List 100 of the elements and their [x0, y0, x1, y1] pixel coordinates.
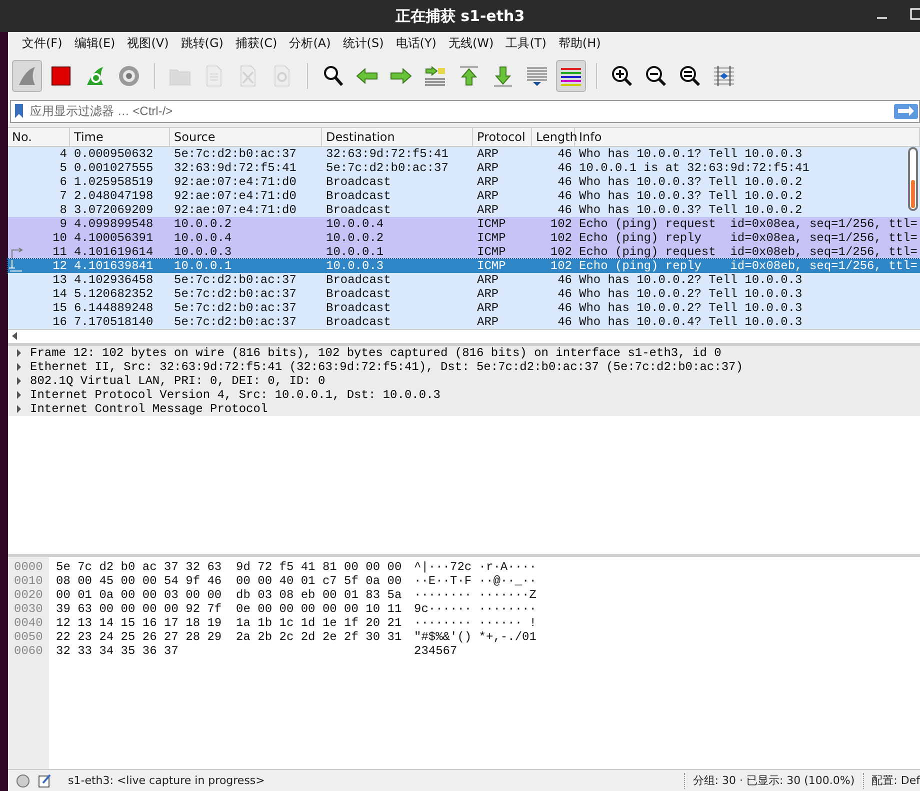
- table-cell-text: 5: [58, 160, 68, 175]
- hex-bytes: 32 33 34 35 36 37: [56, 644, 180, 658]
- table-cell-text: 0.001027555: [73, 160, 154, 175]
- packet-row[interactable]: 11 4.101619614 10.0.0.3 10.0.0.1 ICMP 102 Echo (ping) request id=0x08eb, seq=1/256, ttl=: [8, 244, 920, 259]
- table-cell-text: 46: [556, 286, 573, 301]
- resize-columns-icon: [712, 64, 736, 88]
- hex-bytes: 08 00 45 00 00 54 9f 46 00 00 40 01 c7 5f 0a 00: [56, 574, 403, 588]
- hex-bytes: 22 23 24 25 26 27 28 29 2a 2b 2c 2d 2e 2f 30 31: [56, 630, 403, 644]
- toolbar-button[interactable]: [556, 60, 586, 92]
- table-cell-text: 14: [52, 286, 68, 301]
- table-cell-text: 7.170518140: [73, 314, 154, 329]
- ascii-text: ··E··T·F ··@··_··: [414, 574, 536, 588]
- packet-row[interactable]: 7 2.048047198 92:ae:07:e4:71:d0 Broadcast ARP 46 Who has 10.0.0.3? Tell 10.0.0.2: [8, 188, 920, 203]
- table-cell-text: ICMP: [476, 244, 507, 259]
- table-cell-text: 46: [556, 174, 573, 189]
- table-cell-text: Echo (ping) request id=0x08ea, seq=1/256, ttl=: [578, 216, 918, 231]
- offset-label: 0020: [14, 588, 44, 602]
- menu-item[interactable]: 文件(F): [16, 35, 68, 52]
- table-cell-text: 16: [52, 314, 68, 329]
- table-cell-text: 5e:7c:d2:b0:ac:37: [173, 272, 298, 287]
- column-header[interactable]: No.: [8, 128, 70, 146]
- related-packet-icon: [9, 260, 23, 272]
- table-cell-text: Broadcast: [325, 314, 392, 329]
- table-cell-text: Echo (ping) reply id=0x08eb, seq=1/256, ttl=: [578, 258, 918, 273]
- table-cell-text: 4.101639841: [73, 258, 154, 273]
- stop-icon: [49, 64, 73, 88]
- scrollbar[interactable]: [908, 146, 918, 211]
- table-cell-text: 15: [52, 300, 68, 315]
- packet-row[interactable]: 12 4.101639841 10.0.0.1 10.0.0.3 ICMP 102 Echo (ping) reply id=0x08eb, seq=1/256, ttl=: [8, 258, 920, 273]
- column-header[interactable]: Length: [532, 128, 575, 146]
- packet-row[interactable]: 9 4.099899548 10.0.0.2 10.0.0.4 ICMP 102 Echo (ping) request id=0x08ea, seq=1/256, ttl=: [8, 216, 920, 231]
- ascii-text: ········ ·······Z: [414, 588, 536, 602]
- packet-row[interactable]: 5 0.001027555 32:63:9d:72:f5:41 5e:7c:d2:b0:ac:37 ARP 46 10.0.0.1 is at 32:63:9d:72:f5:41: [8, 160, 920, 175]
- packet-row[interactable]: 13 4.102936458 5e:7c:d2:b0:ac:37 Broadcast ARP 46 Who has 10.0.0.2? Tell 10.0.0.3: [8, 272, 920, 287]
- table-cell-text: 2.048047198: [73, 188, 154, 203]
- related-packet-icon: [9, 246, 23, 258]
- table-cell-text: ICMP: [476, 258, 507, 273]
- table-cell-text: 92:ae:07:e4:71:d0: [173, 174, 298, 189]
- menu-item[interactable]: 视图(V): [121, 35, 175, 52]
- menu-item[interactable]: 跳转(G): [174, 35, 230, 52]
- menu-item[interactable]: 帮助(H): [552, 35, 607, 52]
- table-cell-text: 10.0.0.1: [173, 258, 233, 273]
- table-cell-text: Who has 10.0.0.2? Tell 10.0.0.3: [578, 272, 804, 287]
- bookmark-icon[interactable]: [14, 103, 24, 120]
- packet-row[interactable]: 10 4.100056391 10.0.0.4 10.0.0.2 ICMP 102 Echo (ping) reply id=0x08ea, seq=1/256, ttl=: [8, 230, 920, 245]
- menu-item[interactable]: 编辑(E): [68, 35, 122, 52]
- profile-label[interactable]: 配置: Def: [872, 773, 920, 788]
- zoom-in-icon: [610, 64, 634, 88]
- packet-row[interactable]: 16 7.170518140 5e:7c:d2:b0:ac:37 Broadcast ARP 46 Who has 10.0.0.4? Tell 10.0.0.3: [8, 314, 920, 329]
- table-cell-text: 7: [58, 188, 68, 203]
- table-cell-text: 5e:7c:d2:b0:ac:37: [325, 160, 450, 175]
- packet-row[interactable]: 8 3.072069209 92:ae:07:e4:71:d0 Broadcast ARP 46 Who has 10.0.0.3? Tell 10.0.0.2: [8, 202, 920, 217]
- menu-item[interactable]: 捕获(C): [229, 35, 284, 52]
- table-cell-text: 32:63:9d:72:f5:41: [173, 160, 298, 175]
- column-header[interactable]: Info: [575, 128, 920, 146]
- menu-item[interactable]: 分析(A): [283, 35, 337, 52]
- column-header[interactable]: Protocol: [473, 128, 532, 146]
- table-cell-text: Who has 10.0.0.3? Tell 10.0.0.2: [578, 174, 804, 189]
- table-cell-text: 6: [58, 174, 68, 189]
- table-cell-text: 10.0.0.4: [173, 230, 233, 245]
- table-cell-text: 32:63:9d:72:f5:41: [325, 146, 450, 161]
- column-header[interactable]: Time: [70, 128, 170, 146]
- table-cell-text: 3.072069209: [73, 202, 154, 217]
- down-arrow-icon: [491, 64, 515, 88]
- table-cell-text: 92:ae:07:e4:71:d0: [173, 202, 298, 217]
- apply-button[interactable]: [894, 104, 918, 119]
- zoom-reset-icon: [678, 64, 702, 88]
- search-icon: [321, 64, 345, 88]
- ascii-text: 234567: [414, 644, 458, 658]
- packet-row[interactable]: 15 6.144889248 5e:7c:d2:b0:ac:37 Broadcast ARP 46 Who has 10.0.0.2? Tell 10.0.0.3: [8, 300, 920, 315]
- menu-item[interactable]: 无线(W): [442, 35, 500, 52]
- zoom-out-icon: [644, 64, 668, 88]
- table-cell-text: 8: [58, 202, 68, 217]
- table-cell-text: ARP: [476, 272, 500, 287]
- table-cell-text: ARP: [476, 314, 500, 329]
- table-cell-text: 5.120682352: [73, 286, 154, 301]
- scroll-left-icon[interactable]: [11, 331, 19, 342]
- filter-input[interactable]: 应用显示过滤器 … <Ctrl-/>: [26, 101, 894, 122]
- menu-item[interactable]: 电话(Y): [390, 35, 442, 52]
- packet-row[interactable]: 14 5.120682352 5e:7c:d2:b0:ac:37 Broadcast ARP 46 Who has 10.0.0.2? Tell 10.0.0.3: [8, 286, 920, 301]
- table-cell-text: 102: [549, 216, 573, 231]
- table-cell-text: ICMP: [476, 216, 507, 231]
- maximize-icon[interactable]: [910, 8, 920, 20]
- menu-item[interactable]: 工具(T): [500, 35, 552, 52]
- table-cell-text: 5e:7c:d2:b0:ac:37: [173, 314, 298, 329]
- note-icon[interactable]: [38, 774, 52, 788]
- table-cell-text: 10.0.0.1: [325, 244, 385, 259]
- column-header[interactable]: Source: [170, 128, 322, 146]
- packet-row[interactable]: 4 0.000950632 5e:7c:d2:b0:ac:37 32:63:9d:72:f5:41 ARP 46 Who has 10.0.0.1? Tell 10.0.0.3: [8, 146, 920, 161]
- table-cell-text: 46: [556, 160, 573, 175]
- status-circle-icon[interactable]: [16, 774, 30, 788]
- column-header[interactable]: Destination: [322, 128, 473, 146]
- packet-row[interactable]: 6 1.025958519 92:ae:07:e4:71:d0 Broadcast ARP 46 Who has 10.0.0.3? Tell 10.0.0.2: [8, 174, 920, 189]
- table-cell-text: 4.101619614: [73, 244, 154, 259]
- menu-item[interactable]: 统计(S): [336, 35, 390, 52]
- filter-bar[interactable]: 应用显示过滤器 … <Ctrl-/>: [10, 100, 920, 123]
- table-cell-text: Broadcast: [325, 272, 392, 287]
- table-cell-text: 4.102936458: [73, 272, 154, 287]
- offset-label: 0050: [14, 630, 44, 644]
- right-arrow-icon: [897, 106, 915, 116]
